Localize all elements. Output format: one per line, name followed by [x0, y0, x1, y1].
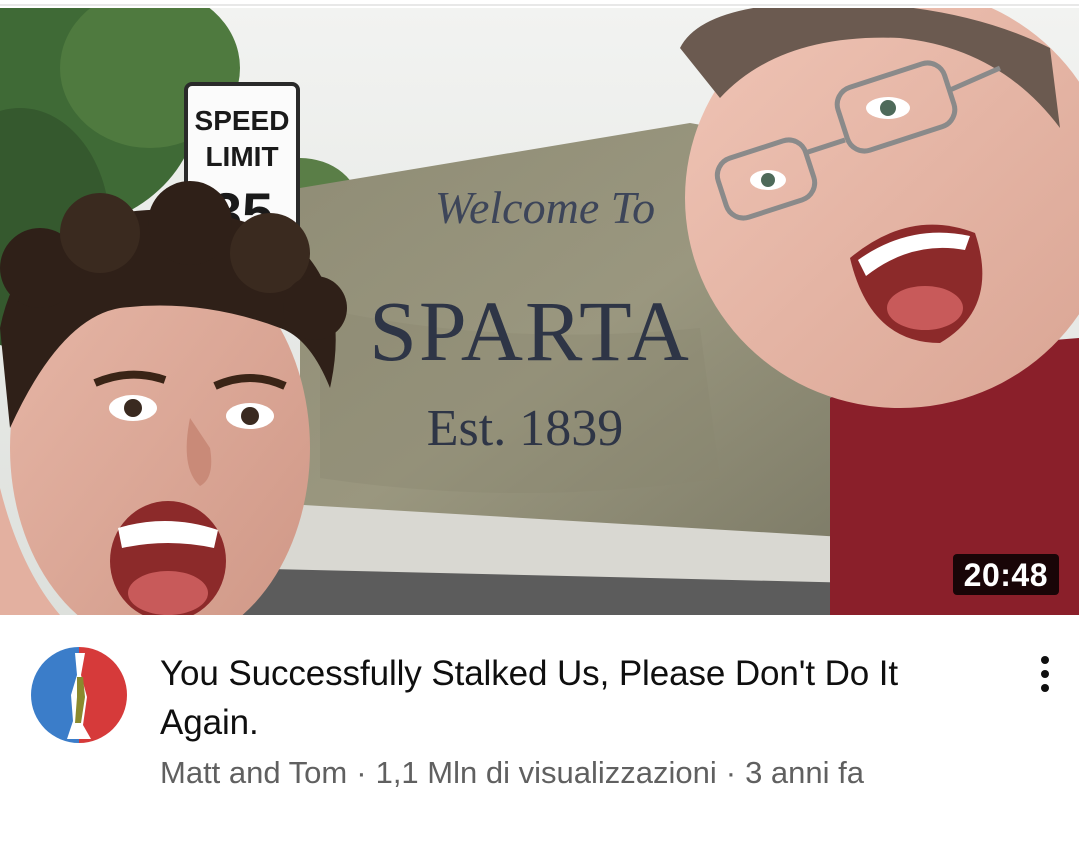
video-thumbnail[interactable]: SPEED LIMIT 35 Welcome To SPARTA Est. 18… [0, 8, 1079, 615]
channel-avatar[interactable] [31, 647, 127, 743]
more-vertical-icon-dot [1041, 684, 1049, 692]
youtube-video-card: SPEED LIMIT 35 Welcome To SPARTA Est. 18… [0, 0, 1079, 842]
more-options-button[interactable] [1022, 649, 1068, 699]
video-meta: You Successfully Stalked Us, Please Don'… [0, 615, 1079, 842]
more-vertical-icon [1041, 656, 1049, 664]
duration-badge: 20:48 [952, 554, 1059, 595]
top-divider [0, 0, 1079, 6]
more-vertical-icon-dot [1041, 670, 1049, 678]
video-title[interactable]: You Successfully Stalked Us, Please Don'… [160, 649, 980, 747]
upload-age: 3 anni fa [745, 755, 864, 790]
channel-avatar-icon [31, 647, 127, 743]
sign-established-text: Est. 1839 [427, 400, 623, 457]
sign-welcome-text: Welcome To [435, 182, 655, 233]
speed-sign-line2: LIMIT [205, 141, 278, 172]
meta-separator: · [356, 755, 367, 790]
channel-name[interactable]: Matt and Tom [160, 755, 347, 790]
speed-sign-line1: SPEED [195, 105, 290, 136]
thumbnail-image: SPEED LIMIT 35 Welcome To SPARTA Est. 18… [0, 8, 1079, 615]
sign-town-text: SPARTA [369, 283, 691, 379]
meta-separator: · [725, 755, 737, 790]
view-count: 1,1 Mln di visualizzazioni [375, 755, 717, 790]
video-subline: Matt and Tom · 1,1 Mln di visualizzazioni ·… [160, 753, 1020, 793]
